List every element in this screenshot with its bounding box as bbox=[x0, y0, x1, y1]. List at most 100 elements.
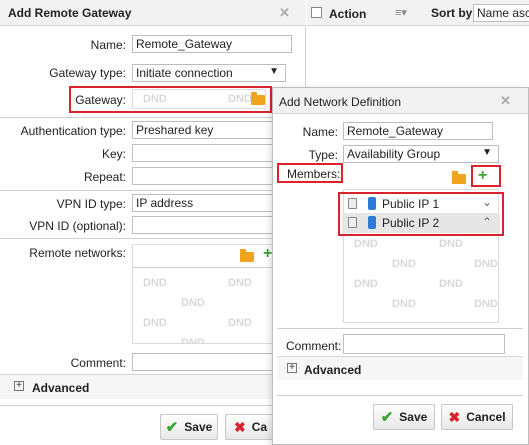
close-icon[interactable]: ✕ bbox=[279, 5, 290, 21]
sort-by-label: Sort by: bbox=[431, 6, 477, 20]
auth-type-select[interactable]: Preshared key bbox=[132, 121, 292, 139]
checkmark-icon: ✔ bbox=[165, 419, 179, 436]
column-menu-icon[interactable]: ≡▾ bbox=[395, 6, 407, 19]
network-object-icon bbox=[368, 197, 376, 210]
divider bbox=[0, 238, 306, 239]
advanced-section[interactable]: + Advanced bbox=[277, 356, 523, 380]
list-item[interactable]: Public IP 2 ⌃ bbox=[342, 213, 500, 233]
type-value: Availability Group bbox=[347, 147, 441, 161]
dnd-placeholder: DND bbox=[354, 238, 378, 250]
divider bbox=[0, 117, 306, 118]
add-remote-gateway-dialog: Add Remote Gateway ✕ Name: Gateway type:… bbox=[0, 0, 306, 445]
vpn-id-optional-label: VPN ID (optional): bbox=[29, 219, 126, 233]
checkmark-icon: ✔ bbox=[380, 409, 394, 426]
dnd-placeholder: DND bbox=[354, 278, 378, 290]
dnd-placeholder: DND bbox=[181, 337, 205, 344]
sort-by-select[interactable]: Name asc bbox=[473, 4, 529, 22]
vpn-id-type-select[interactable]: IP address bbox=[132, 194, 292, 212]
chevron-up-icon[interactable]: ⌃ bbox=[482, 215, 492, 229]
select-all-checkbox[interactable] bbox=[311, 7, 322, 18]
x-icon: ✖ bbox=[448, 408, 461, 425]
divider bbox=[277, 328, 523, 329]
comment-input[interactable] bbox=[132, 353, 292, 371]
gateway-type-label: Gateway type: bbox=[49, 66, 126, 80]
list-item[interactable]: Public IP 1 ⌄ bbox=[342, 195, 500, 213]
divider bbox=[133, 267, 291, 268]
save-button[interactable]: ✔ Save bbox=[160, 414, 218, 440]
sort-by-value: Name asc bbox=[477, 6, 529, 20]
key-label: Key: bbox=[101, 147, 126, 161]
add-network-definition-dialog: Add Network Definition ✕ Name: Type: Ava… bbox=[272, 87, 529, 445]
dialog-title: Add Remote Gateway bbox=[8, 6, 132, 20]
dnd-placeholder: DND bbox=[474, 258, 498, 270]
name-input[interactable] bbox=[343, 122, 493, 140]
list-header: Action ≡▾ Sort by: Name asc bbox=[307, 0, 529, 26]
trash-icon[interactable] bbox=[348, 217, 357, 228]
gateway-drop-field[interactable]: DND DND bbox=[132, 89, 266, 109]
dnd-placeholder: DND bbox=[474, 298, 498, 310]
dnd-placeholder: DND bbox=[392, 298, 416, 310]
member-label: Public IP 2 bbox=[382, 216, 440, 230]
add-icon[interactable]: + bbox=[478, 168, 487, 184]
add-icon[interactable]: + bbox=[263, 246, 272, 262]
network-object-icon bbox=[368, 216, 376, 229]
members-label: Members: bbox=[287, 167, 341, 181]
gateway-type-select[interactable]: Initiate connection ▼ bbox=[132, 64, 286, 82]
repeat-label: Repeat: bbox=[83, 170, 126, 184]
dialog-title-bar: Add Network Definition ✕ bbox=[273, 88, 528, 114]
advanced-section[interactable]: + Advanced bbox=[0, 375, 306, 399]
vpn-id-type-label: VPN ID type: bbox=[56, 197, 126, 211]
remote-networks-label: Remote networks: bbox=[29, 246, 126, 260]
vpn-id-type-value: IP address bbox=[136, 196, 194, 210]
name-label: Name: bbox=[302, 125, 338, 139]
dialog-title-bar: Add Remote Gateway ✕ bbox=[0, 0, 306, 26]
comment-label: Comment: bbox=[70, 356, 126, 370]
folder-icon[interactable] bbox=[240, 249, 254, 262]
close-icon[interactable]: ✕ bbox=[500, 93, 511, 109]
divider bbox=[0, 190, 306, 191]
dnd-placeholder: DND bbox=[143, 277, 167, 289]
vpn-id-input[interactable] bbox=[132, 216, 292, 234]
dnd-placeholder: DND bbox=[439, 278, 463, 290]
chevron-down-icon: ▼ bbox=[482, 147, 492, 158]
advanced-label: Advanced bbox=[304, 363, 362, 377]
advanced-label: Advanced bbox=[32, 381, 90, 395]
cancel-button[interactable]: ✖ Cancel bbox=[441, 404, 513, 430]
name-label: Name: bbox=[90, 38, 126, 52]
comment-input[interactable] bbox=[343, 334, 505, 354]
folder-icon[interactable] bbox=[251, 92, 265, 105]
dnd-placeholder: DND bbox=[143, 317, 167, 329]
expand-icon: + bbox=[14, 381, 24, 391]
type-select[interactable]: Availability Group ▼ bbox=[343, 145, 499, 163]
chevron-down-icon[interactable]: ⌄ bbox=[482, 195, 492, 209]
save-label: Save bbox=[399, 410, 428, 424]
x-icon: ✖ bbox=[234, 418, 246, 435]
gateway-label: Gateway: bbox=[75, 93, 126, 107]
dnd-placeholder: DND bbox=[181, 297, 205, 309]
gateway-type-value: Initiate connection bbox=[136, 66, 233, 80]
save-label: Save bbox=[184, 420, 213, 434]
auth-type-value: Preshared key bbox=[136, 123, 214, 137]
dnd-placeholder: DND bbox=[228, 93, 252, 105]
comment-label: Comment: bbox=[286, 339, 342, 353]
dnd-placeholder: DND bbox=[392, 258, 416, 270]
type-label: Type: bbox=[308, 148, 338, 162]
save-button[interactable]: ✔ Save bbox=[373, 404, 435, 430]
folder-icon[interactable] bbox=[452, 171, 466, 184]
auth-type-label: Authentication type: bbox=[20, 124, 126, 138]
dnd-placeholder: DND bbox=[228, 277, 252, 289]
repeat-input[interactable] bbox=[132, 167, 292, 185]
chevron-down-icon: ▼ bbox=[269, 66, 279, 77]
action-column-header[interactable]: Action bbox=[329, 7, 366, 21]
trash-icon[interactable] bbox=[348, 198, 357, 209]
expand-icon: + bbox=[287, 363, 297, 373]
member-label: Public IP 1 bbox=[382, 197, 440, 211]
cancel-label: Cancel bbox=[466, 410, 506, 424]
dialog-title: Add Network Definition bbox=[279, 95, 402, 109]
cancel-label: Ca bbox=[251, 420, 268, 434]
name-input[interactable] bbox=[132, 35, 292, 53]
divider bbox=[277, 395, 523, 396]
dnd-placeholder: DND bbox=[143, 93, 167, 105]
key-input[interactable] bbox=[132, 144, 292, 162]
dnd-placeholder: DND bbox=[439, 238, 463, 250]
